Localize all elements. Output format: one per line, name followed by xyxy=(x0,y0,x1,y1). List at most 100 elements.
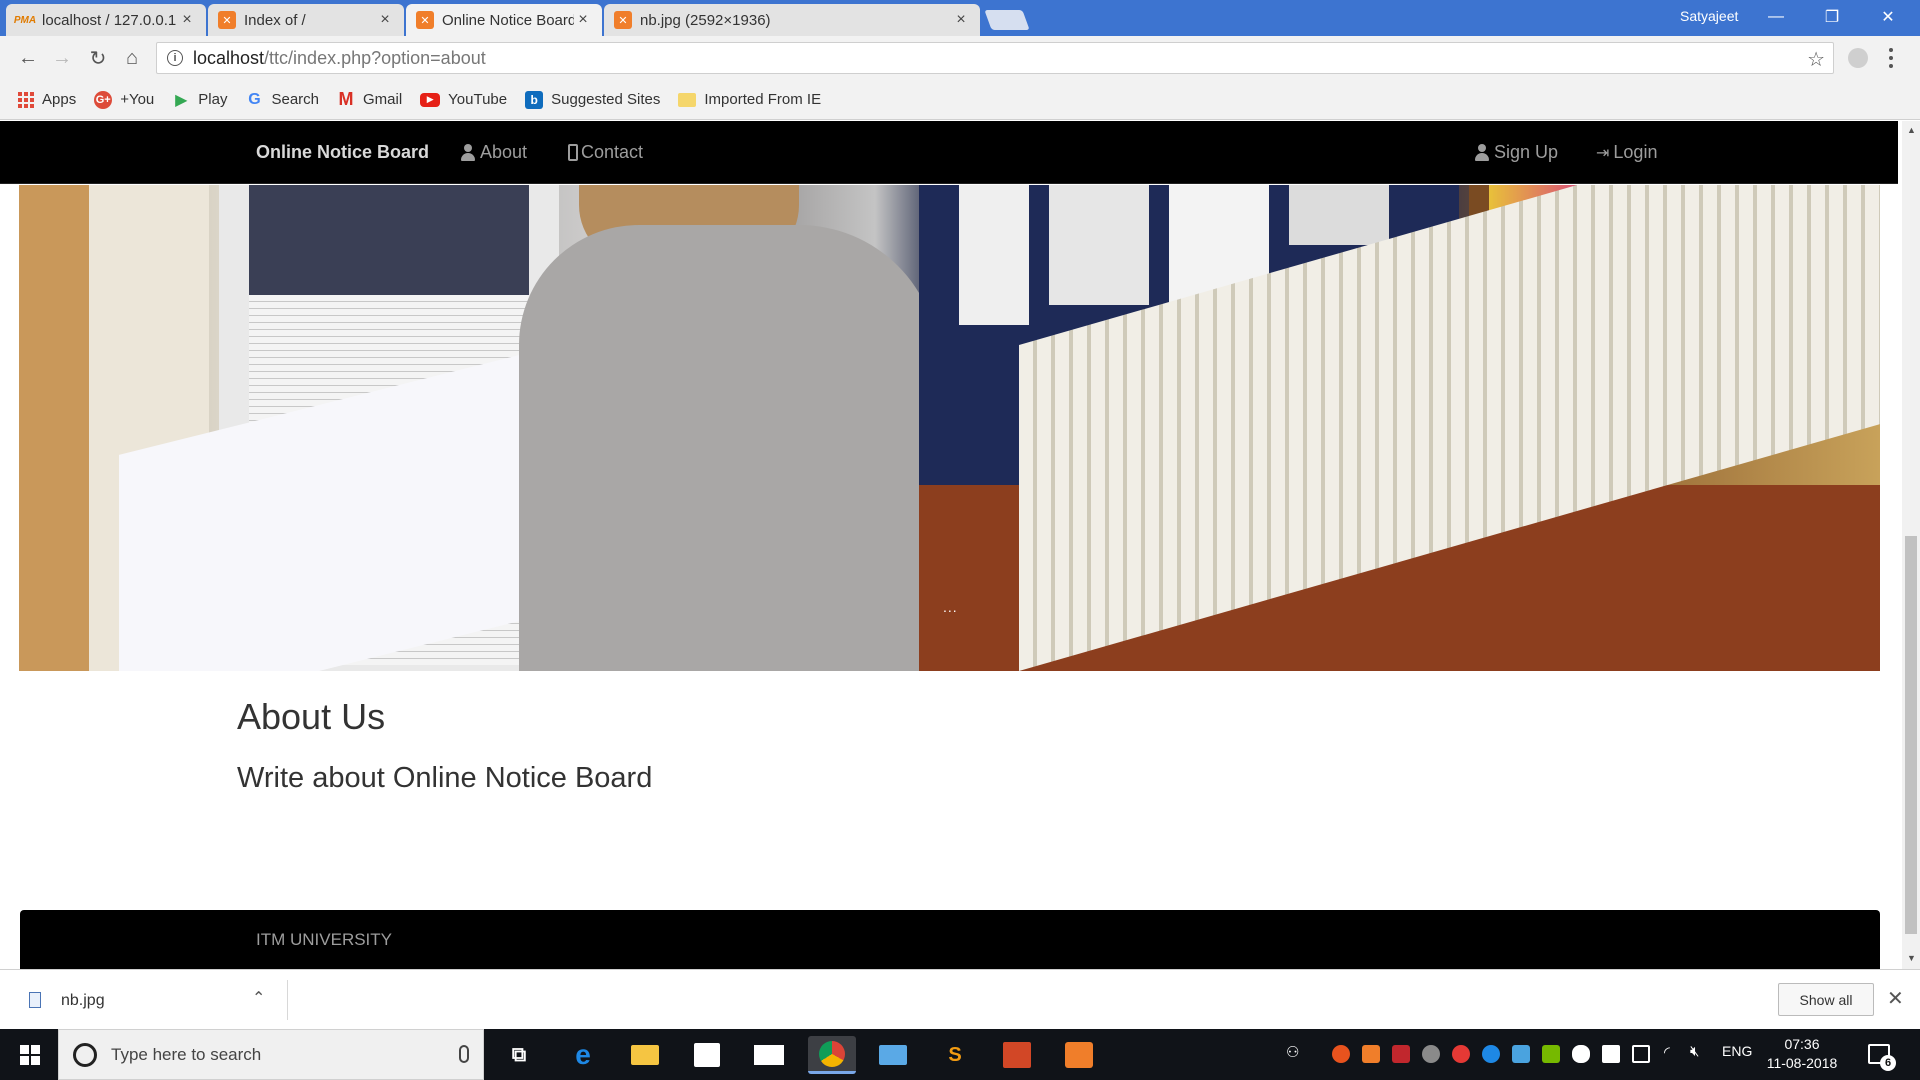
powerpoint-icon[interactable] xyxy=(998,1036,1036,1074)
system-clock[interactable]: 07:36 11-08-2018 xyxy=(1762,1035,1842,1073)
bookmark-search[interactable]: G Search xyxy=(245,91,319,109)
close-tab-icon[interactable]: × xyxy=(952,11,970,29)
divider xyxy=(287,980,288,1020)
chrome-icon[interactable] xyxy=(808,1036,856,1074)
folder-icon xyxy=(678,92,697,107)
tab-online-notice-board[interactable]: ✕ Online Notice Board × xyxy=(406,4,602,36)
tray-update-icon[interactable] xyxy=(1332,1045,1350,1063)
chrome-menu-icon[interactable] xyxy=(1886,46,1896,70)
forward-arrow-icon[interactable]: → xyxy=(50,46,74,70)
bookmark-apps[interactable]: Apps xyxy=(18,91,76,108)
google-icon: G xyxy=(248,90,261,108)
nav-contact[interactable]: Contact xyxy=(568,142,643,163)
tray-settings-icon[interactable] xyxy=(1452,1045,1470,1063)
minimize-icon[interactable]: — xyxy=(1754,3,1798,31)
store-icon[interactable] xyxy=(688,1036,726,1074)
nav-login[interactable]: ⇥ Login xyxy=(1596,142,1657,163)
tab-nb-jpg[interactable]: ✕ nb.jpg (2592×1936) × xyxy=(604,4,980,36)
wifi-icon[interactable]: ◜ xyxy=(1664,1043,1670,1061)
gmail-icon: M xyxy=(338,89,354,109)
security-icon[interactable] xyxy=(1602,1045,1620,1063)
bookmark-gmail[interactable]: M Gmail xyxy=(337,89,403,109)
url-path: /ttc/index.php?option=about xyxy=(264,47,486,68)
bookmark-label: Play xyxy=(198,91,228,108)
download-file-name[interactable]: nb.jpg xyxy=(61,992,105,1010)
sublime-text-icon[interactable]: S xyxy=(936,1036,974,1074)
mail-icon[interactable] xyxy=(750,1036,788,1074)
url-host: localhost xyxy=(193,47,265,68)
close-icon[interactable]: ✕ xyxy=(1887,986,1904,1011)
window-close-icon[interactable]: ✕ xyxy=(1866,3,1910,31)
carousel-indicator[interactable]: ... xyxy=(943,599,958,615)
browser-titlebar: PMA localhost / 127.0.0.1 | php × ✕ Inde… xyxy=(0,0,1920,36)
close-tab-icon[interactable]: × xyxy=(178,11,196,29)
xampp-icon[interactable] xyxy=(1060,1036,1098,1074)
about-text: Write about Online Notice Board xyxy=(237,762,653,794)
file-explorer-icon[interactable] xyxy=(626,1036,664,1074)
nav-sign-up-label: Sign Up xyxy=(1494,142,1559,162)
onedrive-icon[interactable] xyxy=(1572,1045,1590,1063)
bookmark-you[interactable]: G+ +You xyxy=(94,90,154,109)
new-tab-button[interactable] xyxy=(984,10,1030,30)
tray-display-icon[interactable] xyxy=(1512,1045,1530,1063)
tab-index-of[interactable]: ✕ Index of / × xyxy=(208,4,404,36)
scrollbar-thumb[interactable] xyxy=(1905,536,1917,934)
google-plus-icon: G+ xyxy=(94,90,113,109)
bookmark-star-icon[interactable]: ☆ xyxy=(1807,47,1825,72)
language-indicator[interactable]: ENG xyxy=(1722,1043,1752,1059)
show-all-button[interactable]: Show all xyxy=(1778,983,1874,1016)
restore-icon[interactable]: ❐ xyxy=(1810,3,1854,31)
volume-muted-icon[interactable]: 🔇︎ xyxy=(1690,1043,1699,1060)
scroll-up-icon[interactable]: ▲ xyxy=(1907,125,1916,135)
windows-start-icon[interactable] xyxy=(20,1045,40,1065)
google-play-icon: ▶ xyxy=(175,91,188,109)
bookmark-label: Search xyxy=(271,91,319,108)
bluetooth-icon[interactable] xyxy=(1482,1045,1500,1063)
reload-icon[interactable]: ↻ xyxy=(86,46,110,70)
tray-xampp-icon[interactable] xyxy=(1362,1045,1380,1063)
people-icon[interactable]: ⚇ xyxy=(1286,1043,1299,1061)
bookmark-play[interactable]: ▶ Play xyxy=(172,91,227,109)
tab-phpmyadmin[interactable]: PMA localhost / 127.0.0.1 | php × xyxy=(6,4,206,36)
youtube-icon: ▶ xyxy=(420,92,441,107)
battery-icon[interactable] xyxy=(1632,1045,1650,1063)
scroll-down-icon[interactable]: ▼ xyxy=(1907,953,1916,963)
bookmark-youtube[interactable]: ▶ YouTube xyxy=(420,91,507,108)
close-tab-icon[interactable]: × xyxy=(574,11,592,29)
search-placeholder: Type here to search xyxy=(111,1044,262,1064)
clock-date: 11-08-2018 xyxy=(1766,1055,1838,1071)
back-arrow-icon[interactable]: ← xyxy=(16,46,40,70)
bing-icon: b xyxy=(525,90,544,109)
site-info-icon[interactable]: i xyxy=(167,50,183,66)
footer-text: ITM UNIVERSITY xyxy=(256,930,393,949)
address-bar[interactable]: i localhost/ttc/index.php?option=about ☆ xyxy=(156,42,1834,74)
cortana-icon xyxy=(73,1042,97,1067)
site-navbar: Online Notice Board About Contact Sign U… xyxy=(0,121,1898,184)
bookmark-label: Suggested Sites xyxy=(551,91,661,108)
mcafee-icon[interactable] xyxy=(1392,1045,1410,1063)
tray-app-icon[interactable] xyxy=(1422,1045,1440,1063)
user-icon xyxy=(460,143,476,162)
bookmark-suggested-sites[interactable]: b Suggested Sites xyxy=(525,90,661,109)
chevron-up-icon[interactable]: ⌃ xyxy=(252,988,265,1008)
bookmark-imported-from-ie[interactable]: Imported From IE xyxy=(678,91,821,108)
apps-grid-icon xyxy=(18,91,34,108)
edge-icon[interactable]: e xyxy=(564,1036,602,1074)
profile-name[interactable]: Satyajeet xyxy=(1680,8,1738,24)
home-icon[interactable]: ⌂ xyxy=(120,46,144,70)
page-scrollbar[interactable]: ▲ ▼ xyxy=(1902,121,1920,969)
user-icon xyxy=(1474,143,1490,162)
close-tab-icon[interactable]: × xyxy=(376,11,394,29)
nav-about[interactable]: About xyxy=(460,142,527,163)
laptop-app-icon[interactable] xyxy=(874,1036,912,1074)
page-viewport: Online Notice Board About Contact Sign U… xyxy=(0,121,1902,969)
nav-sign-up[interactable]: Sign Up xyxy=(1474,142,1558,163)
task-view-icon[interactable]: ⧉ xyxy=(500,1036,538,1074)
nvidia-icon[interactable] xyxy=(1542,1045,1560,1063)
taskbar-search-box[interactable]: Type here to search xyxy=(58,1029,484,1080)
nav-contact-label: Contact xyxy=(581,142,644,162)
bookmark-label: Gmail xyxy=(363,91,403,108)
extension-icon[interactable] xyxy=(1848,48,1868,68)
microphone-icon[interactable] xyxy=(459,1045,469,1063)
site-brand[interactable]: Online Notice Board xyxy=(256,142,429,163)
